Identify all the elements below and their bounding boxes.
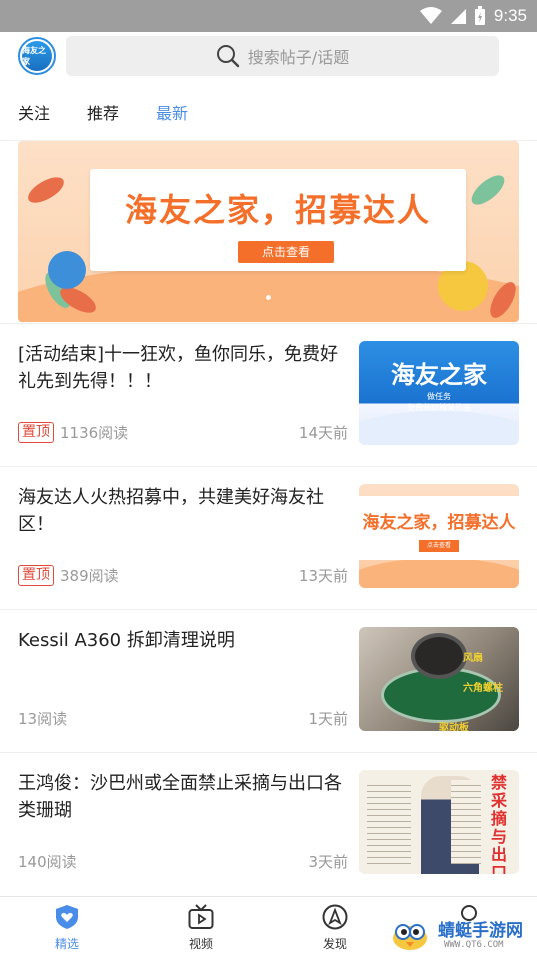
- pinned-badge: 置顶: [18, 564, 54, 586]
- post-time: 1天前: [308, 709, 348, 728]
- divider: [0, 323, 537, 324]
- read-count: 140阅读: [18, 852, 77, 871]
- post-thumbnail: 海友之家 做任务 免费领取精美礼品: [359, 341, 519, 445]
- post-time: 14天前: [298, 423, 348, 442]
- post-time: 3天前: [308, 852, 348, 871]
- tab-recommend[interactable]: 推荐: [87, 100, 119, 124]
- nav-label: 发现: [322, 937, 347, 951]
- watermark-title: 蜻蜓手游网: [438, 921, 523, 941]
- pinned-badge: 置顶: [18, 421, 54, 443]
- status-time: 9:35: [493, 6, 527, 25]
- thumb-label: 六角螺柱: [463, 683, 503, 694]
- thumb-hill: [359, 558, 519, 588]
- tab-follow[interactable]: 关注: [18, 100, 50, 124]
- promo-banner[interactable]: 海友之家，招募达人 点击查看: [18, 141, 519, 322]
- post-meta: 13阅读 1天前: [18, 707, 348, 729]
- thumb-subtitle: 做任务 免费领取精美礼品: [407, 392, 471, 412]
- leaf-decoration: [24, 172, 68, 208]
- read-count: 1136阅读: [60, 423, 129, 442]
- post-time: 13天前: [298, 566, 348, 585]
- illustration-person: [48, 251, 86, 289]
- post-title: Kessil A360 拆卸清理说明: [18, 630, 235, 651]
- site-watermark: 蜻蜓手游网 WWW.QT6.COM: [388, 914, 534, 954]
- banner-title: 海友之家，招募达人: [124, 191, 431, 229]
- thumb-title: 海友之家: [391, 361, 487, 389]
- thumb-label: 驱动板: [439, 723, 469, 731]
- feed-tabs: 关注 推荐 最新: [0, 90, 537, 134]
- tv-icon: [188, 904, 214, 929]
- thumb-title: 海友之家，招募达人: [362, 513, 516, 533]
- newspaper-column: [367, 780, 411, 864]
- nav-label: 视频: [188, 937, 213, 951]
- top-header: 海友之家 搜索帖子/话题: [0, 32, 537, 80]
- nav-featured[interactable]: 精选: [27, 903, 107, 952]
- nav-discover[interactable]: 发现: [295, 903, 375, 952]
- divider: [0, 466, 537, 467]
- post-thumbnail: 海友之家，招募达人 点击查看: [359, 484, 519, 588]
- status-bar: 9:35: [0, 0, 537, 32]
- read-count: 13阅读: [18, 709, 68, 728]
- feed-item[interactable]: Kessil A360 拆卸清理说明 13阅读 1天前 风扇 六角螺柱 驱动板: [0, 609, 537, 752]
- post-title: 王鸿俊：沙巴州或全面禁止采摘与出口各类珊瑚: [18, 773, 342, 821]
- read-count: 389阅读: [60, 566, 119, 585]
- post-meta: 置顶 389阅读 13天前: [18, 564, 348, 586]
- thumb-wave: [359, 411, 519, 445]
- banner-view-button[interactable]: 点击查看: [238, 241, 334, 263]
- feed-item[interactable]: 海友达人火热招募中，共建美好海友社区！ 置顶 389阅读 13天前 海友之家，招…: [0, 466, 537, 609]
- heart-shield-icon: [56, 905, 78, 929]
- post-meta: 140阅读 3天前: [18, 850, 348, 872]
- feed-item[interactable]: 王鸿俊：沙巴州或全面禁止采摘与出口各类珊瑚 140阅读 3天前 禁采摘与出口珊瑚: [0, 752, 537, 895]
- nav-video[interactable]: 视频: [161, 903, 241, 952]
- carousel-dot: [266, 295, 271, 300]
- newspaper-column: [451, 780, 481, 864]
- dragonfly-bird-icon: [393, 924, 427, 950]
- fan-ring: [411, 633, 467, 679]
- app-logo[interactable]: 海友之家: [18, 37, 56, 75]
- post-thumbnail: 禁采摘与出口珊瑚: [359, 770, 519, 874]
- divider: [0, 609, 537, 610]
- post-thumbnail: 风扇 六角螺柱 驱动板: [359, 627, 519, 731]
- signal-icon: [450, 9, 466, 24]
- post-meta: 置顶 1136阅读 14天前: [18, 421, 348, 443]
- feed-item[interactable]: [活动结束]十一狂欢，鱼你同乐，免费好礼先到先得！！！ 置顶 1136阅读 14…: [0, 323, 537, 466]
- nav-label: 精选: [54, 937, 79, 951]
- thumb-button: 点击查看: [419, 540, 459, 552]
- tab-latest[interactable]: 最新: [156, 100, 188, 124]
- leaf-decoration: [466, 170, 510, 210]
- compass-icon: [322, 904, 348, 930]
- thumb-label: 风扇: [463, 653, 483, 664]
- search-bar[interactable]: 搜索帖子/话题: [66, 36, 499, 76]
- search-icon: [216, 45, 239, 68]
- thumb-headline: 禁采摘与出口珊瑚: [490, 773, 507, 875]
- wifi-icon: [419, 7, 442, 24]
- watermark-url: WWW.QT6.COM: [444, 940, 504, 950]
- banner-card: 海友之家，招募达人 点击查看: [90, 169, 466, 271]
- post-title: [活动结束]十一狂欢，鱼你同乐，免费好礼先到先得！！！: [18, 344, 339, 392]
- post-title: 海友达人火热招募中，共建美好海友社区！: [18, 487, 324, 535]
- divider: [0, 752, 537, 753]
- battery-icon: [474, 6, 485, 25]
- search-placeholder: 搜索帖子/话题: [247, 48, 350, 67]
- logo-text: 海友之家: [22, 41, 52, 71]
